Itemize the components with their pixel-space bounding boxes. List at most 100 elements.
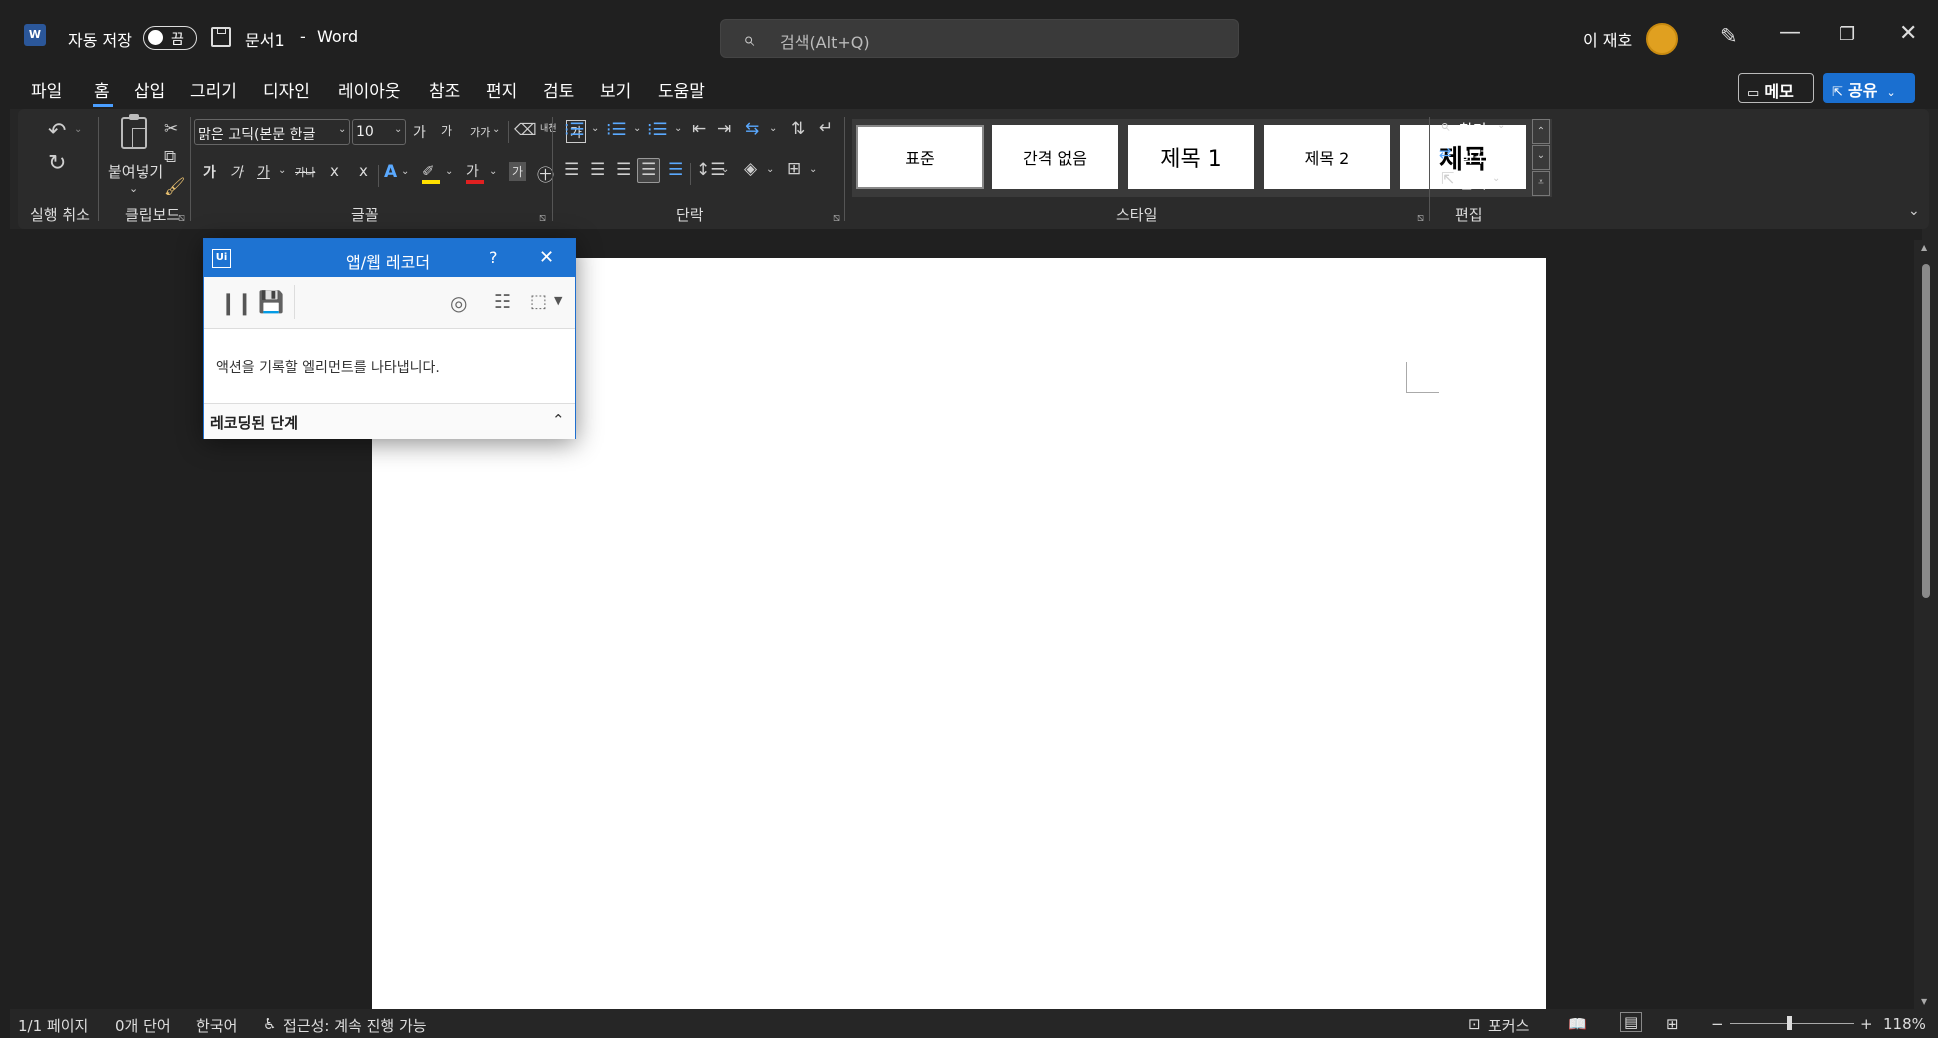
decrease-indent-icon[interactable]: ⇤ — [692, 121, 706, 138]
tab-mailings[interactable]: 편지 — [486, 77, 517, 102]
read-mode-icon[interactable]: 📖 — [1568, 1015, 1587, 1033]
bullets-icon[interactable]: ⁝☰ — [564, 122, 585, 139]
select-cursor-icon[interactable]: ⇱ — [1441, 171, 1454, 187]
show-marks-icon[interactable]: ↵ — [819, 120, 833, 137]
dialog-launcher-icon[interactable]: ⧅ — [833, 211, 840, 225]
zoom-slider-thumb[interactable] — [1787, 1016, 1792, 1030]
align-center-icon[interactable]: ☰ — [590, 162, 605, 179]
shading-icon[interactable]: ◈ — [744, 161, 757, 178]
copy-icon[interactable]: ⧉ — [164, 149, 176, 166]
page-count[interactable]: 1/1 페이지 — [18, 1015, 88, 1036]
dialog-launcher-icon[interactable]: ⧅ — [1417, 211, 1424, 225]
increase-indent-icon[interactable]: ⇥ — [717, 121, 731, 138]
distributed-icon[interactable]: ☰ — [668, 162, 683, 179]
autosave-toggle[interactable]: 끔 — [143, 26, 197, 50]
target-icon[interactable]: ◎ — [450, 291, 467, 315]
phonetic-guide-button[interactable]: 내천 — [540, 121, 557, 134]
tab-help[interactable]: 도움말 — [658, 77, 705, 102]
close-icon[interactable]: ✕ — [1899, 21, 1917, 46]
tab-file[interactable]: 파일 — [31, 77, 62, 102]
scrollbar-thumb[interactable] — [1922, 264, 1930, 598]
replace-button[interactable]: 바꾸기 — [1460, 146, 1501, 167]
style-no-spacing[interactable]: 간격 없음 — [992, 125, 1118, 189]
find-icon[interactable]: ⌕ — [1440, 116, 1450, 136]
language[interactable]: 한국어 — [196, 1015, 237, 1036]
chevron-down-icon[interactable]: ⌄ — [633, 124, 641, 134]
scroll-up-icon[interactable]: ▲ — [1921, 243, 1927, 252]
chevron-down-icon[interactable]: ⌄ — [674, 124, 682, 134]
find-button[interactable]: 찾기 — [1459, 119, 1487, 140]
chevron-down-icon[interactable]: ⌄ — [769, 124, 777, 134]
accessibility-icon[interactable]: ♿ — [263, 1015, 276, 1033]
strikethrough-button[interactable]: 가나 — [295, 164, 315, 180]
tab-layout[interactable]: 레이아웃 — [338, 77, 401, 102]
superscript-button[interactable]: x — [359, 162, 368, 180]
borders-icon[interactable]: ⊞ — [787, 161, 801, 178]
zoom-out-icon[interactable]: − — [1711, 1015, 1724, 1033]
dialog-launcher-icon[interactable]: ⧅ — [539, 211, 546, 225]
style-normal[interactable]: 표준 — [856, 125, 984, 189]
asian-layout-icon[interactable]: ⇆ — [745, 121, 759, 138]
multilevel-list-icon[interactable]: ⁝☰ — [647, 122, 668, 139]
styles-scroll-down[interactable]: ⌄ — [1532, 145, 1550, 170]
redo-icon[interactable]: ↻ — [48, 153, 66, 175]
align-right-icon[interactable]: ☰ — [616, 162, 631, 179]
styles-more[interactable]: ⩡ — [1532, 171, 1550, 196]
zoom-in-icon[interactable]: + — [1860, 1015, 1873, 1033]
paste-button-label[interactable]: 붙여넣기 — [108, 161, 163, 182]
recorder-title-bar[interactable]: Ui 앱/웹 레코더 ? ✕ — [204, 239, 575, 277]
user-name[interactable]: 이 재호 — [1583, 27, 1632, 51]
scroll-down-icon[interactable]: ▼ — [1921, 997, 1927, 1006]
numbering-icon[interactable]: ⁝☰ — [606, 122, 627, 139]
char-shading-button[interactable]: 가 — [509, 162, 527, 181]
chevron-down-icon[interactable]: ⌄ — [721, 165, 729, 175]
chevron-down-icon[interactable]: ⌄ — [766, 165, 774, 175]
restore-icon[interactable]: ❐ — [1839, 24, 1855, 45]
avatar[interactable] — [1646, 23, 1678, 55]
select-button[interactable]: 선택 — [1459, 172, 1487, 193]
tab-review[interactable]: 검토 — [543, 77, 574, 102]
chevron-down-icon[interactable]: ⌄ — [1492, 174, 1500, 184]
tab-insert[interactable]: 삽입 — [134, 77, 165, 102]
format-painter-icon[interactable]: 🖌 — [164, 179, 186, 196]
focus-mode[interactable]: 포커스 — [1488, 1015, 1529, 1036]
tab-design[interactable]: 디자인 — [263, 77, 310, 102]
cut-icon[interactable]: ✂ — [164, 121, 178, 138]
print-layout-icon[interactable]: ▤ — [1620, 1012, 1643, 1032]
highlight-icon[interactable]: ✐ — [422, 162, 440, 184]
chevron-down-icon[interactable]: ⌄ — [809, 165, 817, 175]
minimize-icon[interactable]: — — [1779, 20, 1801, 45]
tab-view[interactable]: 보기 — [600, 77, 631, 102]
dialog-launcher-icon[interactable]: ⧅ — [178, 211, 185, 225]
chevron-up-icon[interactable]: ⌃ — [552, 411, 565, 429]
bold-button[interactable]: 가 — [203, 162, 216, 182]
subscript-button[interactable]: x — [330, 162, 339, 180]
pen-icon[interactable]: ✎ — [1720, 24, 1738, 48]
memo-button[interactable]: ▭ 메모 — [1738, 73, 1814, 103]
accessibility-status[interactable]: 접근성: 계속 진행 가능 — [283, 1015, 427, 1036]
chevron-down-icon[interactable]: ⌄ — [401, 167, 409, 177]
recorded-steps-header[interactable]: 레코딩된 단계 ⌃ — [204, 403, 575, 439]
word-count[interactable]: 0개 단어 — [115, 1015, 171, 1036]
style-heading-2[interactable]: 제목 2 — [1264, 125, 1390, 189]
align-left-icon[interactable]: ☰ — [564, 162, 579, 179]
search-box[interactable]: ⌕ 검색(Alt+Q) — [720, 19, 1239, 58]
pause-icon[interactable]: ❙❙ — [219, 291, 254, 316]
chevron-down-icon[interactable]: ▼ — [554, 294, 562, 307]
save-and-exit-icon[interactable]: 💾 — [258, 290, 284, 315]
close-icon[interactable]: ✕ — [539, 247, 554, 268]
style-heading-1[interactable]: 제목 1 — [1128, 125, 1254, 189]
sort-icon[interactable]: ⇅ — [791, 121, 805, 138]
share-button[interactable]: ⇱ 공유 ⌄ — [1823, 73, 1915, 103]
chevron-down-icon[interactable]: ⌄ — [74, 125, 82, 135]
chevron-down-icon[interactable]: ⌄ — [278, 166, 286, 176]
justify-icon[interactable]: ☰ — [637, 158, 661, 183]
styles-scroll-up[interactable]: ⌃ — [1532, 119, 1550, 144]
tab-home[interactable]: 홈 — [94, 77, 110, 102]
font-size-select[interactable]: 10 ⌄ — [352, 119, 406, 145]
save-icon[interactable] — [211, 27, 231, 47]
vertical-scrollbar[interactable]: ▲ ▼ — [1914, 240, 1938, 1010]
focus-icon[interactable]: ⊡ — [1468, 1015, 1481, 1033]
zoom-level[interactable]: 118% — [1883, 1015, 1926, 1033]
zoom-slider[interactable] — [1730, 1016, 1854, 1030]
